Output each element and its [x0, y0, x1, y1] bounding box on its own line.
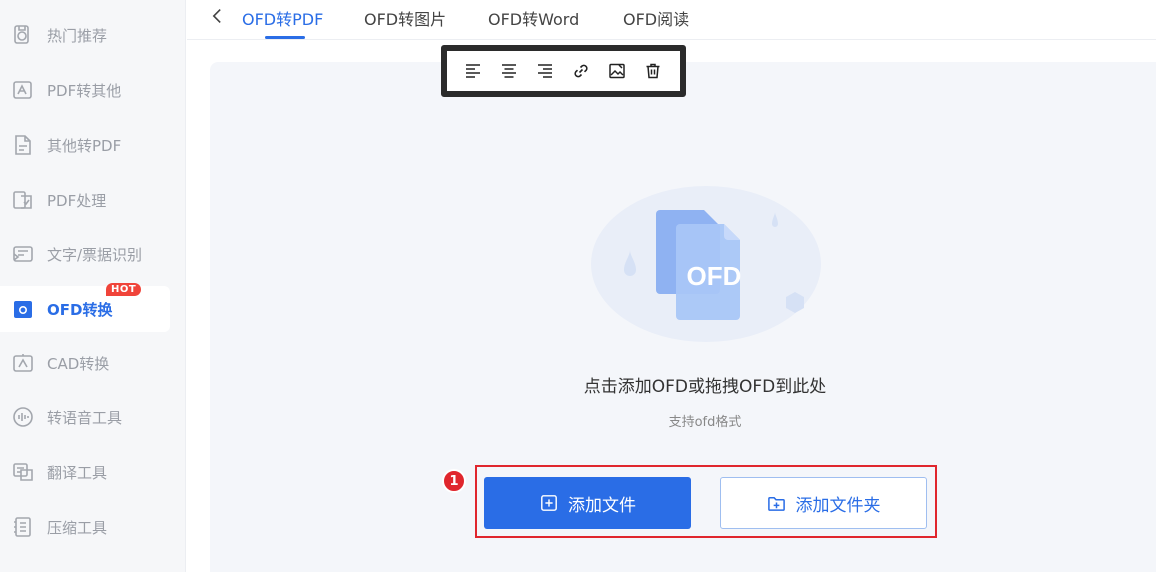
sidebar-item-hot-recommend[interactable]: 热门推荐 — [0, 12, 170, 58]
tab-ofd-to-image[interactable]: OFD转图片 — [364, 6, 446, 30]
tab-ofd-reader[interactable]: OFD阅读 — [623, 6, 689, 30]
back-chevron-icon[interactable] — [207, 4, 227, 28]
step-number-badge: 1 — [442, 469, 466, 493]
sidebar-item-to-pdf[interactable]: 其他转PDF — [0, 122, 170, 168]
add-folder-button[interactable]: 添加文件夹 — [720, 477, 927, 529]
sidebar: 热门推荐 PDF转其他 其他转PDF PDF处理 文字/票据识别 OFD转换 H… — [0, 0, 186, 572]
tab-bar: OFD转PDF OFD转图片 OFD转Word OFD阅读 — [187, 0, 1156, 40]
tab-ofd-to-word[interactable]: OFD转Word — [488, 6, 579, 30]
floating-toolbar — [441, 45, 686, 97]
sidebar-item-pdf-process[interactable]: PDF处理 — [0, 177, 170, 223]
link-icon[interactable] — [571, 61, 591, 81]
sidebar-item-label: PDF转其他 — [47, 81, 122, 100]
align-left-icon[interactable] — [463, 61, 483, 81]
ofd-file-illustration: OFD — [591, 186, 821, 342]
align-center-icon[interactable] — [499, 61, 519, 81]
plus-square-icon — [539, 493, 559, 513]
sidebar-item-label: 压缩工具 — [47, 518, 108, 537]
to-pdf-icon — [10, 132, 36, 158]
hot-recommend-icon — [10, 22, 36, 48]
dropzone-title: 点击添加OFD或拖拽OFD到此处 — [583, 377, 827, 397]
image-edit-icon[interactable] — [607, 61, 627, 81]
pdf-process-icon — [10, 187, 36, 213]
hot-badge: HOT — [106, 283, 142, 296]
ofd-icon — [10, 296, 36, 322]
sidebar-item-label: 文字/票据识别 — [47, 245, 143, 264]
sidebar-item-pdf-convert[interactable]: PDF转其他 — [0, 67, 170, 113]
translate-icon — [10, 459, 36, 485]
sidebar-item-ofd[interactable]: OFD转换 HOT — [0, 283, 170, 332]
add-file-button[interactable]: 添加文件 — [484, 477, 691, 529]
sidebar-item-label: 其他转PDF — [47, 136, 122, 155]
sidebar-item-translate[interactable]: 翻译工具 — [0, 449, 170, 495]
active-tab-indicator — [265, 36, 305, 39]
pdf-convert-icon — [10, 77, 36, 103]
sidebar-item-label: PDF处理 — [47, 191, 107, 210]
sidebar-item-label: OFD转换 — [47, 300, 113, 319]
sidebar-item-compress[interactable]: 压缩工具 — [0, 504, 170, 550]
sidebar-item-label: CAD转换 — [47, 354, 110, 373]
compress-icon — [10, 514, 36, 540]
add-file-label: 添加文件 — [568, 495, 636, 516]
trash-icon[interactable] — [643, 61, 663, 81]
sidebar-item-ocr[interactable]: 文字/票据识别 — [0, 231, 170, 277]
sidebar-item-label: 翻译工具 — [47, 463, 108, 482]
tab-ofd-to-pdf[interactable]: OFD转PDF — [242, 6, 323, 30]
dropzone-subtitle: 支持ofd格式 — [668, 415, 742, 430]
ofd-file-badge: OFD — [687, 261, 742, 291]
folder-plus-icon — [767, 493, 787, 513]
add-folder-label: 添加文件夹 — [795, 495, 881, 516]
sidebar-item-label: 热门推荐 — [47, 26, 108, 45]
ocr-icon — [10, 241, 36, 267]
align-right-icon[interactable] — [535, 61, 555, 81]
